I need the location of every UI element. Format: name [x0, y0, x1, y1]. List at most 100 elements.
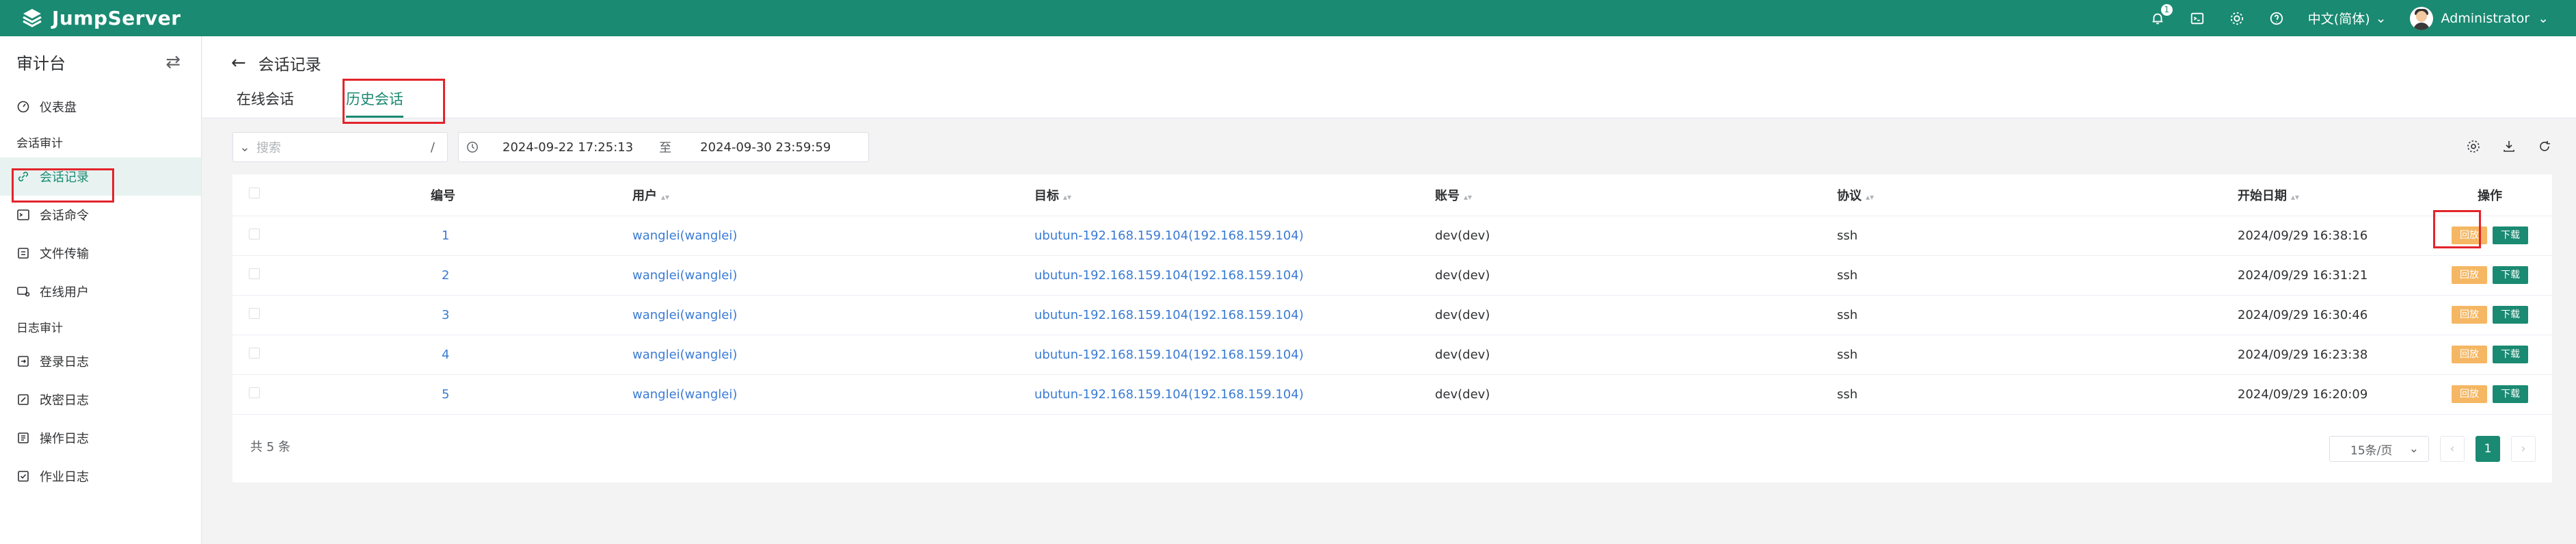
replay-button[interactable]: 回放 [2452, 346, 2487, 363]
user-link[interactable]: wanglei(wanglei) [632, 387, 737, 402]
user-link[interactable]: wanglei(wanglei) [632, 268, 737, 283]
table-header-row: 编号 用户 ▴▾ 目标 ▴▾ 账号 ▴▾ 协议 ▴▾ 开始日期 ▴▾ 操作 [232, 174, 2552, 216]
download-button[interactable]: 下载 [2493, 346, 2528, 363]
target-link[interactable]: ubutun-192.168.159.104(192.168.159.104) [1034, 229, 1304, 243]
prev-page-button[interactable]: ‹ [2440, 436, 2465, 462]
download-button[interactable]: 下载 [2493, 226, 2528, 244]
download-button[interactable]: 下载 [2493, 306, 2528, 324]
search-input[interactable]: ⌄ 搜索 / [232, 132, 448, 162]
logo[interactable]: JumpServer [21, 7, 181, 30]
session-id-link[interactable]: 4 [442, 348, 449, 362]
search-placeholder: 搜索 [256, 141, 281, 155]
sidebar-item-file-transfer[interactable]: 文件传输 [0, 234, 201, 272]
table-row[interactable]: 5 wanglei(wanglei) ubutun-192.168.159.104(… [232, 374, 2552, 415]
sidebar-item-label: 作业日志 [40, 470, 89, 484]
settings-icon[interactable] [2466, 139, 2481, 157]
page-title: 会话记录 [258, 56, 321, 74]
sidebar-item-label: 改密日志 [40, 393, 89, 408]
sidebar-item-job-log[interactable]: 作业日志 [0, 457, 201, 495]
back-nav[interactable]: ← 会话记录 [231, 51, 321, 75]
session-id-link[interactable]: 5 [442, 387, 449, 402]
protocol-value: ssh [1837, 228, 1858, 243]
password-log-icon [16, 393, 30, 406]
account-value: dev(dev) [1435, 307, 1490, 322]
date-from[interactable]: 2024-09-22 17:25:13 [502, 140, 633, 155]
help-icon[interactable] [2268, 10, 2285, 27]
bell-icon[interactable]: 1 [2149, 3, 2173, 27]
row-checkbox[interactable] [249, 268, 260, 279]
terminal-icon[interactable] [2189, 10, 2205, 27]
replay-button[interactable]: 回放 [2452, 385, 2487, 403]
target-link[interactable]: ubutun-192.168.159.104(192.168.159.104) [1034, 268, 1304, 283]
download-icon[interactable] [2501, 139, 2517, 157]
date-to[interactable]: 2024-09-30 23:59:59 [700, 140, 831, 155]
sort-icon[interactable]: ▴▾ [1866, 192, 1874, 202]
column-protocol-label: 协议 [1837, 188, 1862, 203]
sort-icon[interactable]: ▴▾ [1464, 192, 1472, 202]
session-id-link[interactable]: 1 [442, 229, 449, 243]
replay-button[interactable]: 回放 [2452, 306, 2487, 324]
annotation-box-history-tab [343, 79, 445, 124]
current-page-button[interactable]: 1 [2476, 436, 2500, 462]
date-range-picker[interactable]: 2024-09-22 17:25:13 至 2024-09-30 23:59:5… [458, 132, 869, 162]
protocol-value: ssh [1837, 387, 1858, 402]
language-label: 中文(简体) [2307, 12, 2370, 27]
target-link[interactable]: ubutun-192.168.159.104(192.168.159.104) [1034, 348, 1304, 362]
download-button[interactable]: 下载 [2493, 266, 2528, 284]
column-protocol[interactable]: 协议 ▴▾ [1837, 174, 2238, 216]
table-row[interactable]: 2 wanglei(wanglei) ubutun-192.168.159.104(… [232, 255, 2552, 296]
start-date-value: 2024/09/29 16:38:16 [2238, 228, 2368, 243]
start-date-value: 2024/09/29 16:31:21 [2238, 268, 2368, 283]
online-user-icon [16, 285, 30, 298]
switch-view-icon[interactable]: ⇄ [165, 52, 180, 73]
annotation-box-session-records [12, 168, 114, 203]
tab-online-sessions[interactable]: 在线会话 [237, 88, 294, 118]
chevron-down-icon[interactable]: ⌄ [233, 140, 256, 155]
user-link[interactable]: wanglei(wanglei) [632, 229, 737, 243]
row-checkbox[interactable] [249, 307, 260, 319]
select-all-checkbox[interactable] [249, 187, 260, 199]
table-row[interactable]: 4 wanglei(wanglei) ubutun-192.168.159.104(… [232, 335, 2552, 375]
column-account[interactable]: 账号 ▴▾ [1435, 174, 1837, 216]
total-count: 共 5 条 [250, 440, 291, 454]
start-date-value: 2024/09/29 16:23:38 [2238, 347, 2368, 362]
row-checkbox[interactable] [249, 387, 260, 398]
sort-icon[interactable]: ▴▾ [1063, 192, 1071, 202]
sidebar-item-password-log[interactable]: 改密日志 [0, 380, 201, 419]
replay-button[interactable]: 回放 [2452, 266, 2487, 284]
column-target[interactable]: 目标 ▴▾ [1034, 174, 1435, 216]
arrow-left-icon[interactable]: ← [231, 53, 246, 73]
table-row[interactable]: 3 wanglei(wanglei) ubutun-192.168.159.104(… [232, 295, 2552, 335]
user-link[interactable]: wanglei(wanglei) [632, 308, 737, 322]
row-checkbox[interactable] [249, 228, 260, 239]
date-separator: 至 [659, 141, 672, 155]
column-user[interactable]: 用户 ▴▾ [632, 174, 1034, 216]
download-button[interactable]: 下载 [2493, 385, 2528, 403]
sidebar-item-online-users[interactable]: 在线用户 [0, 272, 201, 311]
app-name: JumpServer [52, 7, 181, 29]
target-link[interactable]: ubutun-192.168.159.104(192.168.159.104) [1034, 308, 1304, 322]
gear-icon[interactable] [2229, 10, 2245, 27]
column-start-date[interactable]: 开始日期 ▴▾ [2238, 174, 2428, 216]
sidebar-item-operate-log[interactable]: 操作日志 [0, 419, 201, 457]
user-link[interactable]: wanglei(wanglei) [632, 348, 737, 362]
target-link[interactable]: ubutun-192.168.159.104(192.168.159.104) [1034, 387, 1304, 402]
session-id-link[interactable]: 2 [442, 268, 449, 283]
row-checkbox[interactable] [249, 347, 260, 359]
table-row[interactable]: 1 wanglei(wanglei) ubutun-192.168.159.104(… [232, 216, 2552, 256]
sort-icon[interactable]: ▴▾ [2291, 192, 2299, 202]
user-menu[interactable]: Administrator ⌄ [2409, 6, 2549, 30]
language-selector[interactable]: 中文(简体) ⌄ [2308, 9, 2387, 27]
sidebar-item-login-log[interactable]: 登录日志 [0, 342, 201, 380]
sidebar-item-label: 操作日志 [40, 432, 89, 446]
sidebar-item-dashboard[interactable]: 仪表盘 [0, 88, 201, 126]
session-id-link[interactable]: 3 [442, 308, 449, 322]
sort-icon[interactable]: ▴▾ [661, 192, 669, 202]
refresh-icon[interactable] [2537, 139, 2552, 157]
page-size-select[interactable]: 15条/页 ⌄ [2329, 436, 2429, 462]
page-header: ← 会话记录 在线会话 历史会话 [202, 36, 2576, 118]
search-shortcut: / [430, 140, 435, 155]
annotation-box-replay-button [2433, 210, 2481, 248]
next-page-button[interactable]: › [2511, 436, 2536, 462]
protocol-value: ssh [1837, 268, 1858, 283]
